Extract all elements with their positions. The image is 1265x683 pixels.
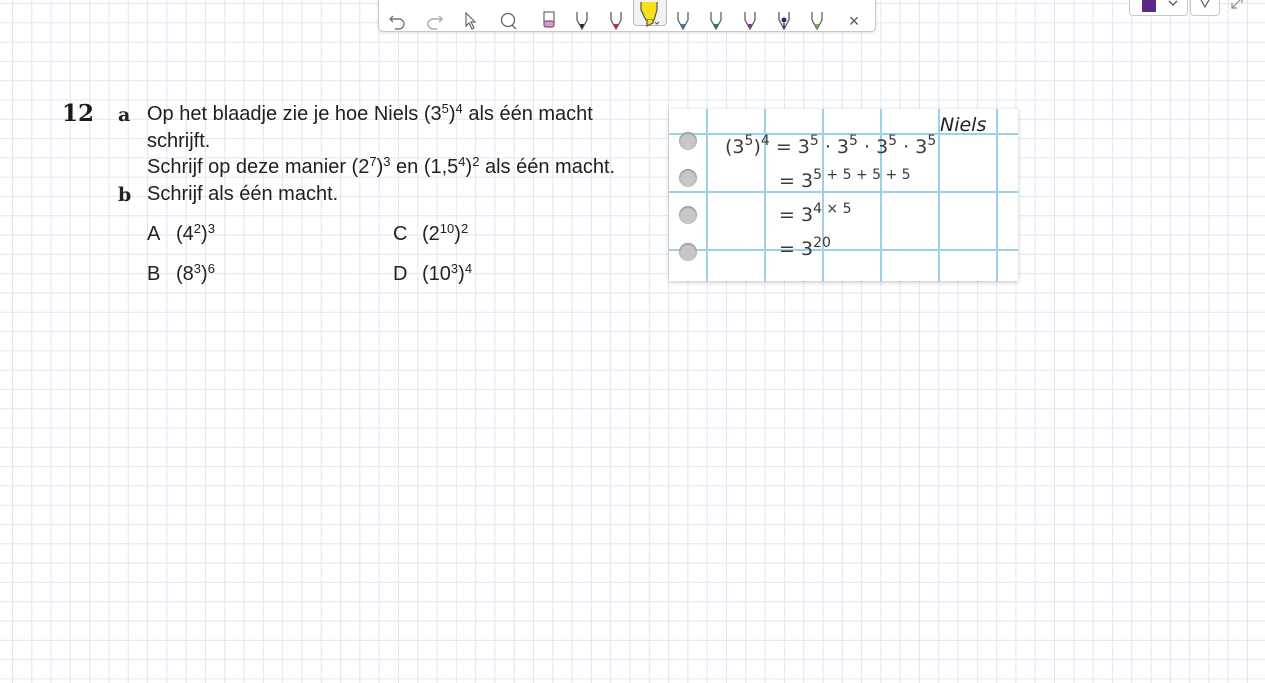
part-a-line-1: Op het blaadje zie je hoe Niels (35)4 al… bbox=[147, 101, 593, 125]
part-b-line: Schrijf als één macht. bbox=[147, 183, 339, 205]
notebook-line-4: = 320 bbox=[779, 235, 831, 260]
exercise-number: 12 bbox=[62, 100, 95, 127]
option-d-letter: D bbox=[393, 263, 408, 285]
option-c-letter: C bbox=[393, 223, 408, 245]
binder-hole bbox=[679, 169, 697, 187]
binder-hole bbox=[679, 132, 697, 150]
undo-icon[interactable] bbox=[386, 10, 408, 32]
pen-black-icon[interactable] bbox=[571, 10, 593, 32]
pen-blue-icon[interactable] bbox=[672, 10, 694, 32]
eraser-icon[interactable] bbox=[538, 10, 560, 32]
part-a-label: a bbox=[118, 104, 131, 126]
pen-settings-button[interactable] bbox=[1190, 0, 1220, 16]
option-a-expression: (42)3 bbox=[176, 221, 215, 245]
part-b-label: b bbox=[118, 184, 132, 206]
pen-green-icon[interactable] bbox=[705, 10, 727, 32]
part-a-line-3: Schrijf op deze manier (27)3 en (1,54)2 … bbox=[147, 154, 616, 178]
pen-red-icon[interactable] bbox=[605, 10, 627, 32]
option-d-expression: (103)4 bbox=[422, 261, 473, 285]
pointer-icon[interactable] bbox=[460, 10, 482, 32]
pen-purple-icon[interactable] bbox=[739, 10, 761, 32]
notebook-line-3: = 34 × 5 bbox=[779, 201, 852, 226]
option-a-letter: A bbox=[147, 223, 161, 245]
option-b-expression: (83)6 bbox=[176, 261, 215, 285]
active-color-swatch bbox=[1142, 0, 1156, 12]
annotation-toolbar bbox=[378, 0, 876, 32]
expand-icon[interactable] bbox=[1226, 0, 1248, 14]
part-a-line-2: schrijft. bbox=[147, 130, 211, 152]
color-picker-dropdown[interactable] bbox=[1129, 0, 1188, 16]
binder-hole bbox=[679, 243, 697, 261]
binder-hole bbox=[679, 206, 697, 224]
pen-lightgreen-icon[interactable] bbox=[806, 10, 828, 32]
option-c-expression: (210)2 bbox=[422, 221, 469, 245]
notebook-line-1: (35)4 = 35 · 35 · 35 · 35 bbox=[725, 133, 937, 158]
close-icon[interactable]: × bbox=[843, 10, 865, 32]
notebook-author: Niels bbox=[940, 114, 987, 136]
highlighter-yellow-icon[interactable] bbox=[638, 2, 660, 27]
lasso-icon[interactable] bbox=[498, 10, 520, 32]
chevron-down-icon bbox=[1168, 0, 1178, 6]
notebook-line-2: = 35 + 5 + 5 + 5 bbox=[779, 167, 911, 192]
redo-icon[interactable] bbox=[424, 10, 446, 32]
option-b-letter: B bbox=[147, 263, 161, 285]
niels-notebook-image: Niels (35)4 = 35 · 35 · 35 · 35 = 35 + 5… bbox=[669, 109, 1018, 281]
pen-navy-icon[interactable] bbox=[773, 10, 795, 32]
pen-icon bbox=[1200, 0, 1210, 8]
